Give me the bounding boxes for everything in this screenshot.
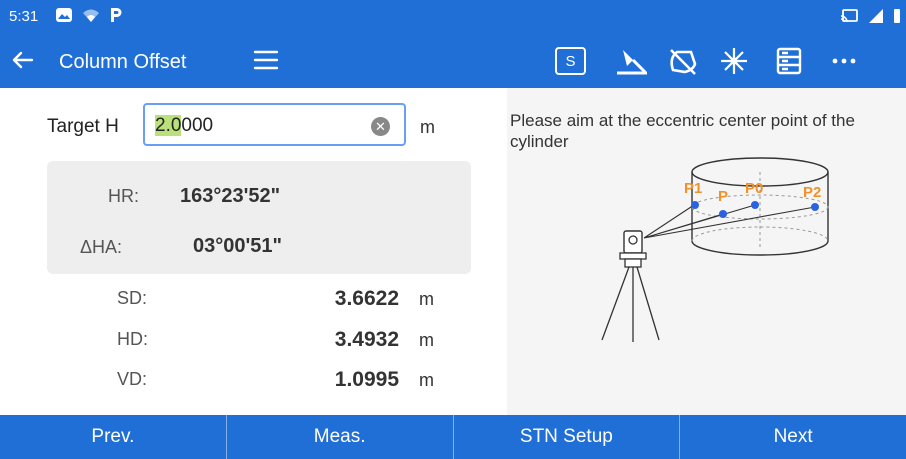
clear-input-button[interactable]: ✕	[371, 117, 390, 136]
gallery-icon	[56, 8, 72, 22]
hr-value: 163°23'52"	[180, 185, 281, 207]
target-h-input[interactable]: 2.0000 ✕	[143, 103, 406, 146]
target-h-selection: 2.0	[155, 115, 182, 136]
point-p0	[751, 201, 759, 209]
illumination-button[interactable]	[719, 46, 749, 76]
battery-icon	[894, 9, 900, 23]
laser-pointer-icon	[617, 50, 647, 75]
status-system-icons	[840, 8, 900, 24]
prism-off-icon	[670, 49, 697, 75]
bottom-action-bar: Prev. Meas. STN Setup Next	[0, 415, 906, 459]
label-p1: P1	[684, 180, 702, 197]
cast-icon	[840, 9, 858, 23]
hd-label: HD:	[117, 329, 148, 349]
sd-unit: m	[419, 289, 434, 309]
meas-button[interactable]: Meas.	[227, 415, 454, 459]
more-options-button[interactable]	[832, 57, 856, 65]
hd-value: 3.4932	[334, 328, 399, 351]
target-h-value[interactable]: 2.0000	[155, 115, 213, 137]
target-h-unit: m	[420, 117, 435, 137]
toolbar: S	[555, 45, 856, 77]
column-offset-diagram: P1 P P0 P2	[601, 157, 829, 342]
angle-card: HR: 163°23'52" ΔHA: 03°00'51"	[47, 161, 471, 274]
back-button[interactable]	[10, 48, 36, 72]
signal-icon	[869, 9, 883, 23]
menu-button[interactable]	[253, 49, 279, 76]
stn-setup-button[interactable]: STN Setup	[454, 415, 681, 459]
more-dots-icon	[832, 58, 856, 64]
point-p1	[691, 201, 699, 209]
label-p2: P2	[803, 184, 821, 201]
prev-button[interactable]: Prev.	[0, 415, 227, 459]
vd-unit: m	[419, 370, 434, 390]
target-h-label: Target H	[47, 116, 119, 137]
s-button[interactable]: S	[555, 47, 586, 75]
arrow-left-icon	[12, 51, 34, 69]
data-list-button[interactable]	[776, 47, 802, 75]
hamburger-menu-icon	[253, 50, 279, 70]
sd-value: 3.6622	[334, 287, 399, 310]
point-p2	[811, 203, 819, 211]
dha-label: ΔHA:	[80, 237, 123, 257]
status-time: 5:31	[9, 8, 39, 25]
next-button[interactable]: Next	[680, 415, 906, 459]
label-p: P	[718, 188, 728, 205]
vd-label: VD:	[117, 369, 148, 389]
point-p	[719, 210, 727, 218]
star-burst-icon	[721, 48, 747, 74]
vd-value: 1.0995	[334, 368, 399, 391]
prism-off-button[interactable]	[667, 46, 699, 76]
label-p0: P0	[745, 180, 763, 197]
hd-unit: m	[419, 330, 434, 350]
list-icon	[776, 47, 802, 75]
dha-value: 03°00'51"	[193, 235, 282, 257]
status-bar: 5:31	[0, 0, 906, 32]
page-title: Column Offset	[59, 51, 187, 73]
laser-pointer-button[interactable]	[615, 46, 649, 76]
wifi-icon	[83, 9, 99, 22]
app-bar: Column Offset S	[0, 32, 906, 88]
measurement-panel: Target H 2.0000 ✕ m HR: 163°23'52" ΔHA: …	[0, 88, 507, 415]
sd-label: SD:	[117, 288, 148, 308]
parking-icon	[111, 8, 122, 22]
diagram-panel: Please aim at the eccentric center point…	[507, 88, 906, 415]
hr-label: HR:	[108, 186, 139, 206]
status-notification-icons	[55, 7, 123, 23]
target-h-value-rest: 000	[181, 115, 214, 136]
